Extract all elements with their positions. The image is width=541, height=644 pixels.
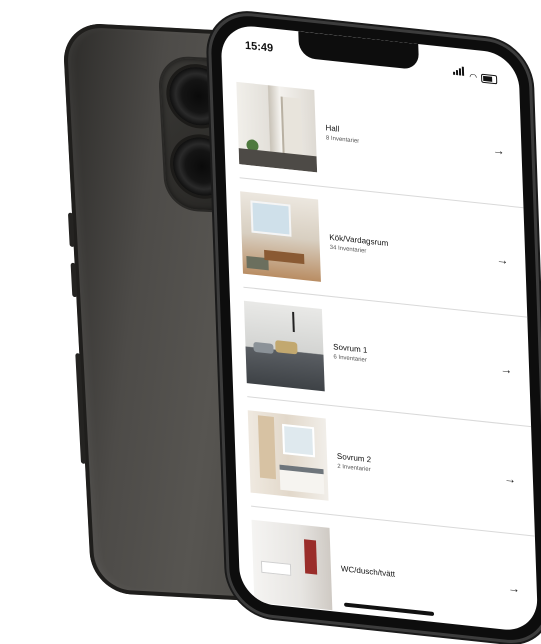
room-thumbnail (236, 81, 318, 173)
room-text: Kök/Vardagsrum 34 Inventarier (329, 233, 492, 268)
room-text: WC/dusch/tvätt (341, 564, 503, 593)
arrow-right-icon[interactable]: → (503, 580, 525, 596)
towel-shape (303, 539, 318, 575)
curtain-shape (257, 415, 277, 480)
door-shape (280, 96, 303, 159)
room-text: Sovrum 1 6 Inventarier (333, 342, 496, 377)
notch (298, 31, 420, 71)
battery-icon (480, 73, 498, 85)
bed-shape (279, 464, 325, 495)
volume-button (67, 212, 75, 247)
volume-button (70, 262, 78, 298)
side-rail (75, 353, 87, 464)
arrow-right-icon[interactable]: → (491, 252, 513, 268)
room-thumbnail (240, 191, 321, 282)
arrow-right-icon[interactable]: → (487, 142, 509, 158)
lamp-shape (292, 311, 295, 333)
room-list: Hall 8 Inventarier → Kök/Vardagsrum 34 I… (235, 68, 538, 633)
window-shape (282, 423, 316, 458)
room-thumbnail (243, 300, 325, 392)
arrow-right-icon[interactable]: → (495, 361, 517, 377)
signal-icon (453, 62, 466, 81)
room-thumbnail (247, 410, 329, 501)
room-text: Hall 8 Inventarier (325, 123, 488, 158)
wifi-icon: ◠ (469, 71, 478, 83)
pillow-shape (253, 341, 274, 354)
product-mockup: 15:49 ◠ Hall 8 Inventarier → Kök/Vardags… (0, 0, 541, 644)
status-time: 15:49 (244, 39, 274, 55)
phone-screen: 15:49 ◠ Hall 8 Inventarier → Kök/Vardags… (220, 23, 539, 634)
floor-shape (238, 148, 318, 173)
arrow-right-icon[interactable]: → (499, 471, 521, 487)
room-thumbnail (251, 519, 333, 611)
sink-shape (260, 560, 292, 576)
room-name: WC/dusch/tvätt (340, 564, 396, 579)
pillow-shape (275, 340, 298, 355)
phone-front: 15:49 ◠ Hall 8 Inventarier → Kök/Vardags… (210, 12, 541, 644)
table-shape (264, 249, 305, 265)
status-icons: ◠ (453, 62, 498, 85)
room-text: Sovrum 2 2 Inventarier (337, 452, 500, 487)
window-shape (250, 200, 292, 237)
